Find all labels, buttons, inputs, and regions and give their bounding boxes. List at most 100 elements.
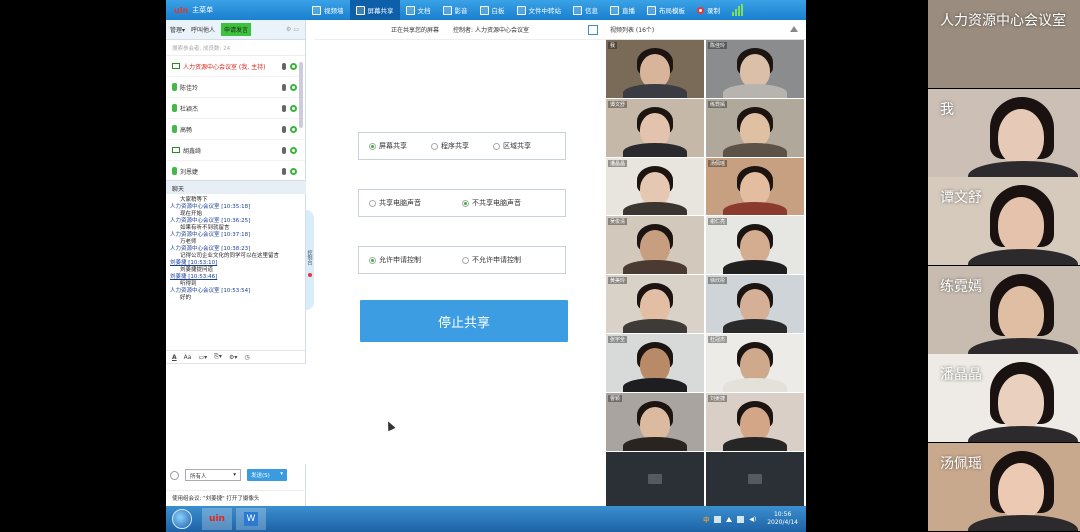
ime-icon[interactable]: 中 <box>703 515 709 524</box>
chat-sender[interactable]: 刘姜捷 [10:53:46] <box>170 274 302 281</box>
video-tile[interactable]: 陈佳玲 <box>706 40 804 98</box>
chat-sender[interactable]: 刘姜捷 [10:53:10] <box>170 260 302 267</box>
video-tile[interactable]: 吴俊清 <box>606 216 704 275</box>
video-tile[interactable]: 曹颖 <box>606 392 704 451</box>
camera-icon[interactable] <box>290 167 297 175</box>
video-tile-name: 吴俊清 <box>608 218 628 226</box>
participant-video[interactable]: 我 <box>928 88 1080 177</box>
microphone-icon[interactable] <box>282 83 286 91</box>
camera-icon[interactable] <box>290 83 297 91</box>
screenshot-icon[interactable]: ▭▾ <box>198 354 207 361</box>
video-tile[interactable]: 汤佩瑶 <box>706 157 804 216</box>
bold-icon[interactable]: A <box>172 354 177 361</box>
radio-icon[interactable] <box>493 142 500 150</box>
tray-app-icon[interactable] <box>714 515 722 523</box>
stop-share-button[interactable]: 停止共享 <box>360 300 568 342</box>
toolbar-item[interactable]: 文件中转站 <box>511 0 568 20</box>
call-others-button[interactable]: 呼叫他人 <box>191 25 215 34</box>
main-menu-button[interactable]: uin 主菜单 <box>166 0 306 20</box>
video-tile[interactable]: 潘晶晶 <box>606 157 704 216</box>
camera-icon[interactable] <box>290 146 297 154</box>
history-icon[interactable]: ◷ <box>244 354 249 361</box>
toolbar-item[interactable]: 文档 <box>400 0 437 20</box>
video-tile[interactable]: 张宇全 <box>606 333 704 392</box>
participant-video[interactable]: 谭文舒 <box>928 177 1080 266</box>
microphone-icon[interactable] <box>282 146 286 154</box>
show-hidden-icons-icon[interactable] <box>726 516 733 522</box>
radio-icon[interactable] <box>462 199 469 207</box>
microphone-icon[interactable] <box>282 125 286 133</box>
radio-option[interactable]: 共享电脑声音 <box>369 198 462 208</box>
member-row[interactable]: 陈佳玲 <box>166 77 305 98</box>
video-tile[interactable]: 黄美玲 <box>606 275 704 333</box>
manage-menu[interactable]: 管理▾ <box>170 25 185 34</box>
radio-option[interactable]: 不共享电脑声音 <box>462 198 555 208</box>
start-button[interactable] <box>172 509 192 529</box>
camera-icon[interactable] <box>290 125 297 133</box>
radio-option[interactable]: 不允许申请控制 <box>462 255 555 265</box>
font-icon[interactable]: Aa <box>184 354 192 361</box>
send-button[interactable]: 发送(S) ▾ <box>247 469 287 481</box>
video-tile[interactable]: 我 <box>606 40 704 98</box>
video-tile[interactable]: 练霓嫣 <box>706 98 804 157</box>
participant-label: 谭文舒 <box>940 190 982 207</box>
microphone-icon[interactable] <box>282 62 286 70</box>
member-row[interactable]: 杜颖杰 <box>166 98 305 119</box>
participant-face <box>640 171 670 206</box>
video-tile[interactable]: 谭文舒 <box>606 98 704 157</box>
microphone-icon[interactable] <box>282 167 286 175</box>
participant-video[interactable]: 练霓嫣 <box>928 265 1080 354</box>
radio-option[interactable]: 程序共享 <box>431 141 493 151</box>
toolbar-item[interactable]: 影音 <box>437 0 474 20</box>
apply-speak-button[interactable]: 申请发言 <box>221 23 252 36</box>
taskbar-app-uin[interactable]: uin <box>202 508 232 530</box>
video-tile[interactable]: 谢仁亮 <box>706 216 804 275</box>
member-search-input[interactable]: 搜索参会者, 成员数: 24 <box>166 40 305 56</box>
video-tile[interactable]: 徐欣彤 <box>706 275 804 333</box>
network-icon[interactable] <box>737 515 745 523</box>
file-icon[interactable]: ⎘▾ <box>214 353 222 361</box>
emoji-icon[interactable] <box>170 470 179 480</box>
chat-input[interactable] <box>166 364 306 464</box>
collapse-icon[interactable] <box>790 26 798 32</box>
console-tab[interactable]: 控制台 <box>306 210 314 310</box>
camera-icon[interactable] <box>290 104 297 112</box>
toolbar-item[interactable]: 信息 <box>567 0 604 20</box>
microphone-icon[interactable] <box>282 104 286 112</box>
taskbar-app-w[interactable]: W <box>236 508 266 530</box>
participant-video[interactable]: 人力资源中心会议室 <box>928 0 1080 88</box>
radio-icon[interactable] <box>369 142 376 150</box>
radio-icon[interactable] <box>431 142 438 150</box>
radio-icon[interactable] <box>462 256 469 264</box>
expand-icon[interactable] <box>588 25 598 35</box>
settings-icon[interactable]: ⚙▾ <box>229 354 237 361</box>
video-tile[interactable]: 刘姜捷 <box>706 392 804 451</box>
radio-option[interactable]: 区域共享 <box>493 141 555 151</box>
member-scrollbar[interactable] <box>299 62 303 128</box>
member-row[interactable]: 高畅 <box>166 119 305 140</box>
toolbar-item[interactable]: 布局模板 <box>641 0 691 20</box>
member-row[interactable]: 胡鑫绮 <box>166 140 305 161</box>
participant-video[interactable]: 汤佩瑶 <box>928 443 1080 531</box>
recipient-select[interactable]: 所有人 ▾ <box>185 469 241 481</box>
radio-icon[interactable] <box>369 199 376 207</box>
record-button[interactable]: 录制 <box>691 0 726 20</box>
radio-option[interactable]: 允许申请控制 <box>369 255 462 265</box>
panel-settings-icon[interactable]: ⚙ ▭ <box>286 26 299 33</box>
toolbar-item[interactable]: 屏幕共享 <box>349 0 400 20</box>
toolbar-item[interactable]: 视频墙 <box>306 0 350 20</box>
toolbar-item[interactable]: 直播 <box>604 0 641 20</box>
camera-icon[interactable] <box>290 62 297 70</box>
member-row[interactable]: 人力资源中心会议室 (我, 主持) <box>166 56 305 77</box>
toolbar-item[interactable]: 白板 <box>474 0 511 20</box>
radio-option[interactable]: 屏幕共享 <box>369 141 431 151</box>
member-row[interactable]: 刘恩婕 <box>166 161 305 182</box>
participant-body <box>623 84 687 98</box>
send-options-icon[interactable]: ▾ <box>280 471 283 479</box>
volume-icon[interactable]: ◀) <box>749 516 756 523</box>
clock[interactable]: 10:56 2020/4/14 <box>767 511 798 527</box>
participant-video[interactable]: 潘晶晶 <box>928 354 1080 443</box>
member-controls <box>282 125 297 133</box>
video-tile[interactable]: 杜冠杰 <box>706 333 804 392</box>
radio-icon[interactable] <box>369 256 376 264</box>
